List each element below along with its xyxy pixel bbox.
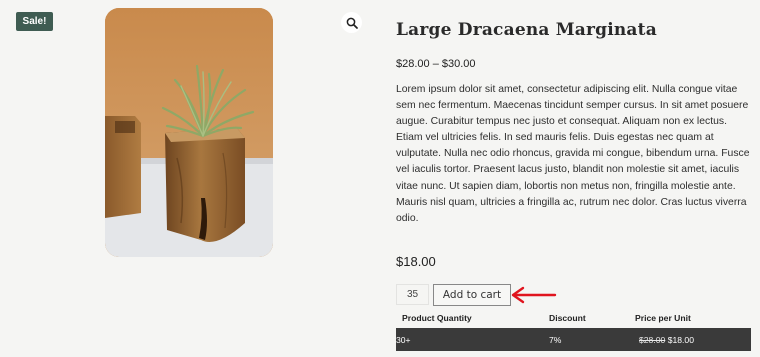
add-to-cart-button[interactable]: Add to cart	[433, 284, 511, 306]
product-image[interactable]	[105, 8, 273, 257]
row-quantity: 30+	[396, 328, 543, 351]
magnifier-icon	[346, 17, 358, 29]
row-price: $28.00 $18.00	[629, 328, 751, 351]
current-price: $18.00	[396, 254, 436, 269]
product-photo-illustration	[105, 8, 273, 257]
sale-badge: Sale!	[16, 12, 53, 31]
header-discount: Discount	[543, 307, 629, 328]
red-arrow-icon	[511, 286, 557, 304]
pricing-table-header: Product Quantity Discount Price per Unit	[396, 307, 751, 328]
product-title: Large Dracaena Marginata	[396, 20, 657, 40]
row-discount: 7%	[543, 328, 629, 351]
header-price-per-unit: Price per Unit	[629, 307, 751, 328]
table-row: 30+ 7% $28.00 $18.00	[396, 328, 751, 351]
price-range: $28.00 – $30.00	[396, 58, 476, 70]
new-price: $18.00	[667, 334, 694, 345]
zoom-button[interactable]	[341, 12, 362, 33]
pricing-table: Product Quantity Discount Price per Unit…	[396, 307, 751, 351]
quantity-input[interactable]	[396, 284, 429, 305]
old-price: $28.00	[639, 334, 666, 345]
header-product-quantity: Product Quantity	[396, 307, 543, 328]
product-description: Lorem ipsum dolor sit amet, consectetur …	[396, 84, 750, 224]
